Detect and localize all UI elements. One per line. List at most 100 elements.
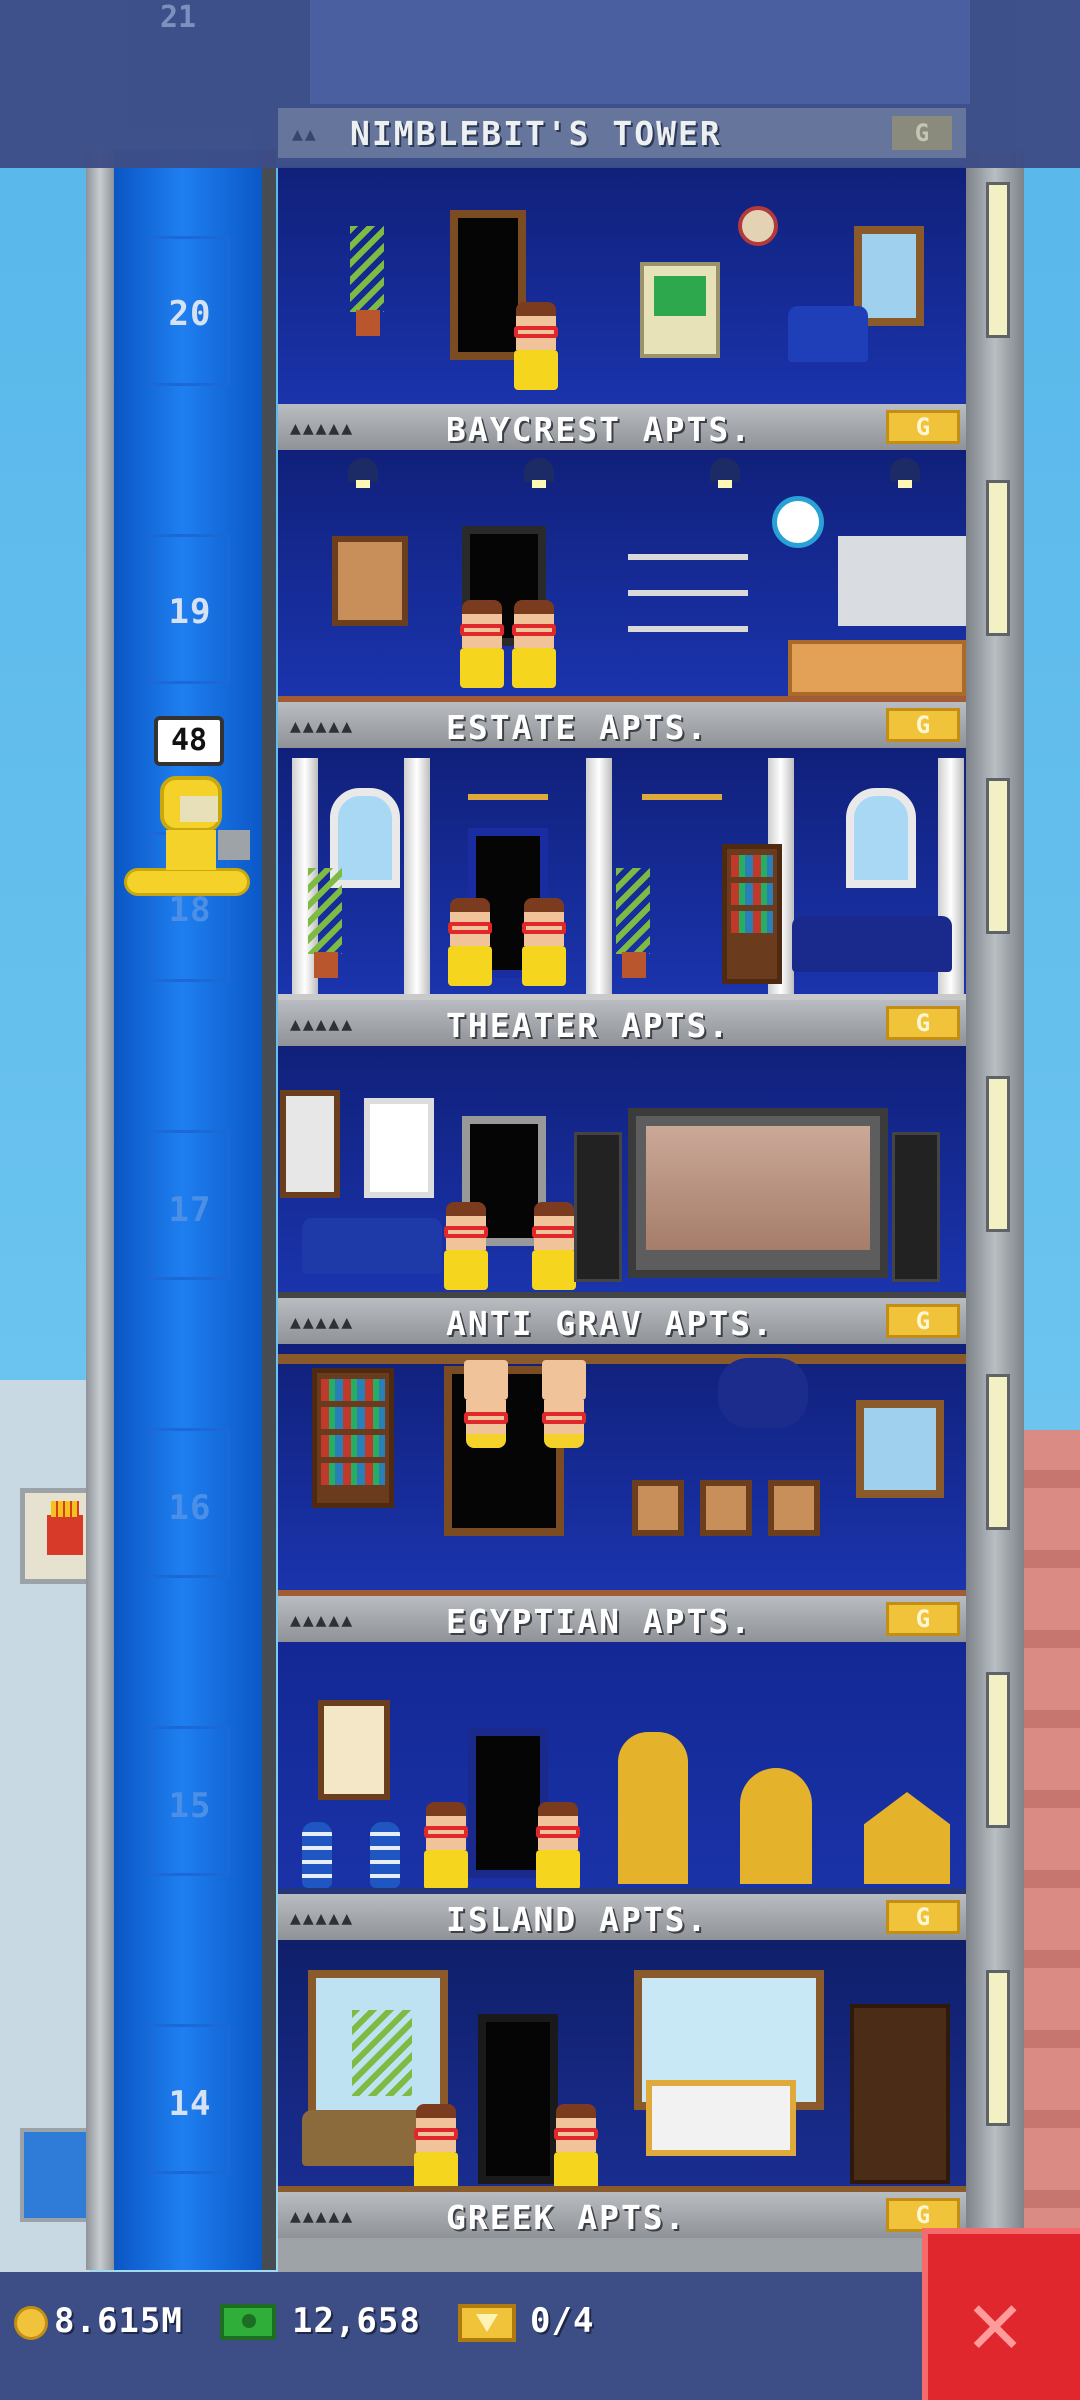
floor-18-label[interactable]: ▲▲▲▲▲ THEATER APTS. G <box>278 1000 966 1046</box>
bitizen[interactable] <box>442 898 498 988</box>
floor-name: THEATER APTS. <box>446 1006 731 1045</box>
next-floor-roof <box>278 2238 966 2272</box>
tower-light <box>986 1076 1010 1232</box>
floor-stars: ▲▲▲▲▲ <box>290 2206 355 2227</box>
floor-name: GREEK APTS. <box>446 2198 687 2237</box>
bitizen[interactable] <box>508 302 564 392</box>
elevator-passenger-count: 48 <box>154 716 224 766</box>
bookcase <box>312 1368 394 1508</box>
bitizen[interactable] <box>530 1802 586 1892</box>
sofa <box>792 916 952 972</box>
floor-20-label[interactable]: ▲▲▲▲▲ BAYCREST APTS. G <box>278 404 966 450</box>
bitizen[interactable] <box>408 2104 464 2194</box>
poster <box>364 1098 434 1198</box>
big-tv <box>628 1108 888 1278</box>
floor-15-label[interactable]: ▲▲▲▲▲ ISLAND APTS. G <box>278 1894 966 1940</box>
floor-name: BAYCREST APTS. <box>446 410 753 449</box>
window <box>856 1400 944 1498</box>
floor-21-preview <box>310 0 970 104</box>
background-sign <box>20 2128 96 2222</box>
floor-19-label[interactable]: ▲▲▲▲▲ ESTATE APTS. G <box>278 702 966 748</box>
close-icon: ✕ <box>968 2270 1023 2375</box>
gold-badge[interactable]: G <box>886 1304 960 1338</box>
kitchen-counter <box>788 640 966 696</box>
picture-frame <box>632 1480 684 1536</box>
elevator-floor-number: 16 <box>168 1488 212 1528</box>
floor-18-apartment[interactable] <box>278 748 966 1008</box>
gold-badge[interactable]: G <box>886 1900 960 1934</box>
close-button[interactable]: ✕ <box>922 2228 1080 2400</box>
gold-badge[interactable]: G <box>886 708 960 742</box>
tower-frame-left <box>86 150 114 2270</box>
poster <box>280 1090 340 1198</box>
painting <box>332 536 408 626</box>
elevator-floor-number: 19 <box>168 592 212 632</box>
bux-icon <box>220 2304 276 2340</box>
tower-light <box>986 182 1010 338</box>
floor-14-label[interactable]: ▲▲▲▲▲ GREEK APTS. G <box>278 2192 966 2238</box>
bitizen[interactable] <box>548 2104 604 2194</box>
vase <box>370 1822 400 1888</box>
arched-window <box>846 788 916 888</box>
floor-stars: ▲▲▲▲▲ <box>290 1908 355 1929</box>
sofa <box>788 306 868 362</box>
floor-15-apartment[interactable] <box>278 1642 966 1902</box>
top-floor-banner: 21 ▲▲ NIMBLEBIT'S TOWER G <box>0 0 1080 168</box>
bitizen-upside-down[interactable] <box>536 1358 592 1448</box>
gold-badge[interactable]: G <box>886 2198 960 2232</box>
floating-sofa <box>718 1358 808 1428</box>
floor-16-label[interactable]: ▲▲▲▲▲ EGYPTIAN APTS. G <box>278 1596 966 1642</box>
elevator-bitizen[interactable] <box>156 776 226 876</box>
chandelier <box>468 754 548 800</box>
elevator-floor-number: 17 <box>168 1190 212 1230</box>
floor-stars: ▲▲ <box>292 124 318 145</box>
speaker <box>574 1132 622 1282</box>
floor-name: ESTATE APTS. <box>446 708 709 747</box>
tower-name-label[interactable]: ▲▲ NIMBLEBIT'S TOWER G <box>278 108 966 158</box>
picture-frame <box>700 1480 752 1536</box>
floor-17-apartment[interactable] <box>278 1046 966 1306</box>
bitizen-upside-down[interactable] <box>458 1358 514 1448</box>
tower-light <box>986 1970 1010 2126</box>
bitizen[interactable] <box>506 600 562 690</box>
tower-light <box>986 480 1010 636</box>
sofa <box>302 1218 442 1274</box>
tickets-amount[interactable]: 0/4 <box>530 2296 594 2346</box>
chandelier <box>642 754 722 800</box>
bitizen[interactable] <box>516 898 572 988</box>
golden-throne <box>618 1732 688 1884</box>
wardrobe <box>850 2004 950 2184</box>
floor-20-apartment[interactable] <box>278 166 966 426</box>
tower-light <box>986 1672 1010 1828</box>
vase <box>302 1822 332 1888</box>
floor-name: ANTI GRAV APTS. <box>446 1304 775 1343</box>
bitizen[interactable] <box>438 1202 494 1292</box>
retro-computer <box>640 262 720 358</box>
gold-badge: G <box>892 116 952 150</box>
floor-name: EGYPTIAN APTS. <box>446 1602 753 1641</box>
elevator-floor-number: 15 <box>168 1786 212 1826</box>
floor-name: ISLAND APTS. <box>446 1900 709 1939</box>
floor-17-label[interactable]: ▲▲▲▲▲ ANTI GRAV APTS. G <box>278 1298 966 1344</box>
gold-badge[interactable]: G <box>886 1006 960 1040</box>
coins-amount[interactable]: 8.615M <box>54 2296 183 2346</box>
bux-amount[interactable]: 12,658 <box>292 2296 421 2346</box>
bottom-hud: 8.615M 12,658 0/4 <box>0 2272 1080 2400</box>
bitizen[interactable] <box>454 600 510 690</box>
clock-icon <box>772 496 824 548</box>
gold-badge[interactable]: G <box>886 410 960 444</box>
floor-stars: ▲▲▲▲▲ <box>290 418 355 439</box>
gold-badge[interactable]: G <box>886 1602 960 1636</box>
floor-14-apartment[interactable] <box>278 1940 966 2200</box>
floor-stars: ▲▲▲▲▲ <box>290 1610 355 1631</box>
floor-16-apartment[interactable] <box>278 1344 966 1604</box>
kitchen-cabinets <box>838 536 966 626</box>
speaker <box>892 1132 940 1282</box>
floor-stars: ▲▲▲▲▲ <box>290 716 355 737</box>
floor-stars: ▲▲▲▲▲ <box>290 1014 355 1035</box>
bitizen[interactable] <box>418 1802 474 1892</box>
elevator-rail <box>262 150 276 2270</box>
bookcase <box>722 844 782 984</box>
elevator-floor-number: 20 <box>168 294 212 334</box>
floor-19-apartment[interactable] <box>278 450 966 710</box>
